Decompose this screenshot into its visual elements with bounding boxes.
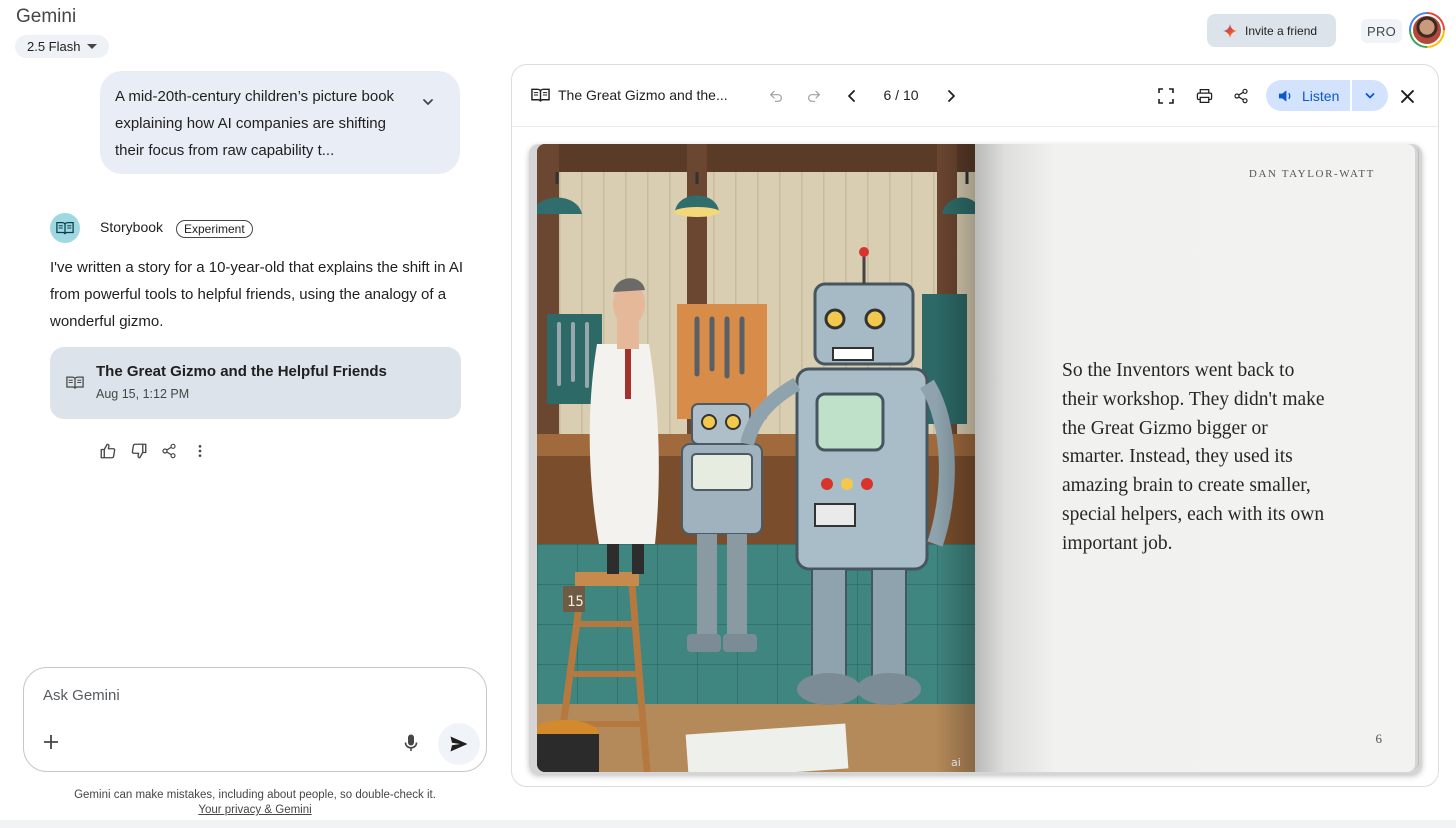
storybook-panel: The Great Gizmo and the... 6 / 10 Listen (511, 64, 1439, 787)
book-icon (56, 221, 74, 235)
workshop-illustration: 15 ai (537, 144, 975, 772)
page-indicator: 6 / 10 (883, 87, 919, 103)
microphone-icon[interactable] (402, 733, 420, 753)
book-spread: 15 ai DAN TAYLOR-WATT So the Inventors w… (529, 144, 1422, 774)
stool-number: 15 (567, 594, 584, 610)
redo-icon[interactable] (803, 85, 825, 107)
thumbs-down-icon[interactable] (129, 441, 149, 461)
undo-icon[interactable] (765, 85, 787, 107)
model-selector[interactable]: 2.5 Flash (15, 35, 110, 58)
story-card-date: Aug 15, 1:12 PM (96, 387, 190, 401)
more-options-icon[interactable] (190, 441, 210, 461)
invite-friend-button[interactable]: Invite a friend (1207, 14, 1336, 47)
storybook-title: The Great Gizmo and the... (558, 87, 728, 103)
story-card-title: The Great Gizmo and the Helpful Friends (96, 363, 387, 380)
text-page: DAN TAYLOR-WATT So the Inventors went ba… (975, 144, 1415, 772)
response-text: I've written a story for a 10-year-old t… (50, 259, 464, 330)
speaker-icon (1278, 89, 1291, 102)
illustration-watermark: ai (951, 756, 961, 769)
share-icon[interactable] (1230, 85, 1252, 107)
page-number: 6 (1375, 731, 1383, 746)
privacy-link[interactable]: Your privacy & Gemini (23, 804, 487, 816)
prompt-input[interactable] (43, 687, 343, 704)
close-icon[interactable] (1396, 85, 1418, 107)
user-prompt-bubble: A mid-20th-century children’s picture bo… (100, 71, 460, 174)
plus-icon[interactable] (41, 732, 61, 752)
disclaimer: Gemini can make mistakes, including abou… (74, 789, 436, 801)
prompt-input-box (23, 667, 487, 772)
print-icon[interactable] (1193, 85, 1215, 107)
agent-name: Storybook (100, 219, 164, 235)
thumbs-up-icon[interactable] (98, 441, 118, 461)
next-page-icon[interactable] (940, 85, 962, 107)
gemini-sparkle-icon (1223, 23, 1237, 38)
listen-button[interactable]: Listen (1266, 80, 1350, 111)
model-label: 2.5 Flash (27, 39, 81, 54)
share-icon[interactable] (159, 441, 179, 461)
previous-page-icon[interactable] (841, 85, 863, 107)
storybook-toolbar: The Great Gizmo and the... 6 / 10 Listen (512, 65, 1438, 127)
pro-badge: PRO (1361, 19, 1403, 43)
app-title: Gemini (16, 6, 77, 27)
listen-options-dropdown[interactable] (1352, 80, 1388, 111)
user-prompt-text: A mid-20th-century children’s picture bo… (115, 88, 395, 159)
story-card[interactable]: The Great Gizmo and the Helpful Friends … (50, 347, 461, 419)
caret-down-icon (87, 44, 98, 49)
illustration-page: 15 ai (537, 144, 975, 772)
story-page-text: So the Inventors went back to their work… (1062, 360, 1325, 554)
experiment-badge: Experiment (176, 220, 253, 238)
invite-label: Invite a friend (1245, 23, 1318, 38)
book-icon (531, 88, 550, 102)
chevron-down-icon (1365, 92, 1375, 98)
book-icon (66, 376, 84, 389)
send-icon (450, 736, 468, 752)
send-button[interactable] (438, 723, 480, 765)
listen-label: Listen (1302, 87, 1340, 104)
storybook-avatar (50, 213, 80, 243)
bottom-strip (0, 820, 1456, 828)
avatar[interactable] (1409, 12, 1445, 48)
expand-chevron-icon[interactable] (421, 95, 435, 109)
book-author: DAN TAYLOR-WATT (1248, 168, 1375, 180)
fullscreen-icon[interactable] (1155, 85, 1177, 107)
